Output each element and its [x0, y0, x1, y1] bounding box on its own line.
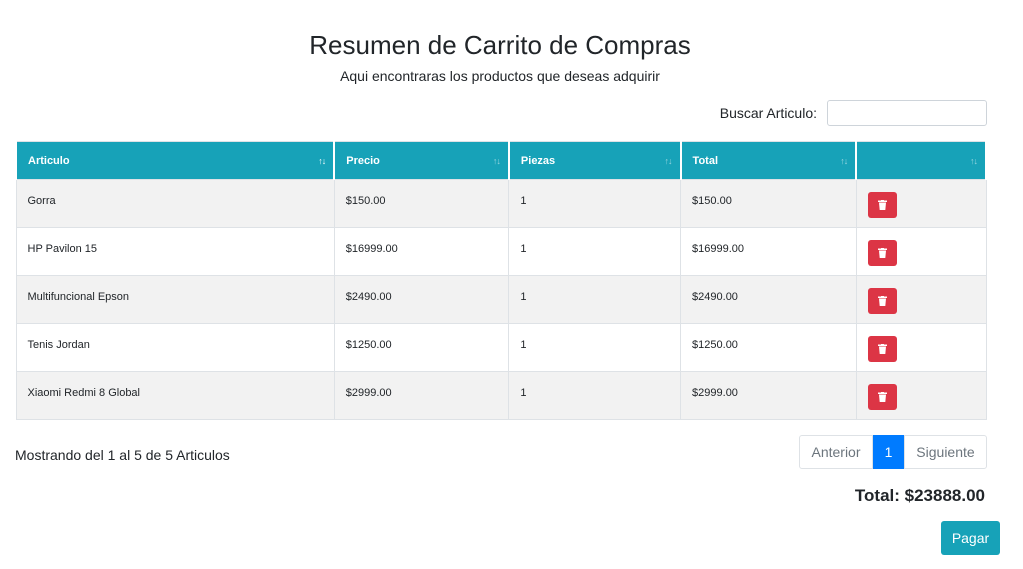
page-header: Resumen de Carrito de Compras Aqui encon… [0, 28, 1000, 86]
table-row: Gorra $150.00 1 $150.00 [15, 179, 987, 228]
cell-piezas: 1 [508, 179, 682, 228]
delete-button[interactable] [867, 288, 897, 314]
sort-icon: ↑↓ [492, 155, 501, 166]
cell-piezas: 1 [508, 323, 682, 372]
cell-total: $150.00 [680, 179, 857, 228]
column-header-label: Piezas [520, 154, 556, 167]
cell-actions [855, 227, 987, 276]
order-total: Total: $23888.00 [854, 486, 985, 505]
cell-precio: $2490.00 [333, 275, 510, 324]
delete-button[interactable] [867, 384, 897, 410]
cell-total: $2999.00 [680, 371, 857, 420]
pagination-previous-button[interactable]: Anterior [799, 435, 873, 469]
column-header-articulo[interactable]: Articulo ↑↓ [14, 141, 336, 180]
cell-total: $16999.00 [680, 227, 857, 276]
cell-articulo: Gorra [15, 179, 335, 228]
page-subtitle: Aqui encontraras los productos que desea… [340, 68, 660, 84]
sort-icon: ↑↓ [840, 155, 848, 166]
table-row: HP Pavilon 15 $16999.00 1 $16999.00 [15, 227, 987, 276]
sort-icon: ↑↓ [970, 155, 978, 166]
column-header-label: Total [692, 154, 719, 167]
cell-piezas: 1 [508, 227, 682, 276]
table-row: Tenis Jordan $1250.00 1 $1250.00 [15, 323, 987, 372]
cell-articulo: HP Pavilon 15 [15, 227, 335, 276]
sort-icon: ↑↓ [664, 155, 673, 166]
cell-piezas: 1 [508, 371, 682, 420]
trash-icon [877, 392, 887, 402]
cell-total: $2490.00 [680, 275, 857, 324]
cell-precio: $1250.00 [333, 323, 510, 372]
search-input[interactable] [827, 100, 987, 126]
pagination-page-1[interactable]: 1 [873, 435, 904, 469]
table-header-row: Articulo ↑↓ Precio ↑↓ Piezas ↑↓ Total ↑↓ [14, 141, 987, 180]
trash-icon [877, 200, 887, 210]
cell-articulo: Tenis Jordan [15, 323, 335, 372]
trash-icon [877, 296, 887, 306]
column-header-total[interactable]: Total ↑↓ [679, 141, 858, 180]
cell-precio: $2999.00 [333, 371, 510, 420]
column-header-piezas[interactable]: Piezas ↑↓ [507, 141, 682, 180]
column-header-label: Articulo [28, 154, 70, 167]
delete-button[interactable] [867, 192, 897, 218]
column-header-precio[interactable]: Precio ↑↓ [333, 141, 510, 180]
page-title: Resumen de Carrito de Compras [309, 30, 691, 60]
cell-articulo: Xiaomi Redmi 8 Global [15, 371, 335, 420]
search-label: Buscar Articulo: [719, 105, 817, 121]
delete-button[interactable] [867, 240, 897, 266]
cell-actions [855, 323, 987, 372]
sort-icon: ↑↓ [318, 155, 326, 166]
column-header-actions[interactable]: ↑↓ [855, 141, 987, 180]
cell-actions [855, 179, 987, 228]
search-row: Buscar Articulo: [0, 100, 987, 126]
trash-icon [877, 248, 887, 258]
cell-actions [855, 371, 987, 420]
cell-total: $1250.00 [680, 323, 857, 372]
delete-button[interactable] [867, 336, 897, 362]
pay-button[interactable]: Pagar [941, 521, 1000, 555]
cell-actions [855, 275, 987, 324]
pagination-next-button[interactable]: Siguiente [904, 435, 987, 469]
table-row: Multifuncional Epson $2490.00 1 $2490.00 [15, 275, 987, 324]
cell-articulo: Multifuncional Epson [15, 275, 335, 324]
column-header-label: Precio [346, 154, 380, 167]
pagination: Anterior 1 Siguiente [799, 435, 987, 469]
table-info: Mostrando del 1 al 5 de 5 Articulos [15, 447, 230, 463]
cell-precio: $150.00 [333, 179, 510, 228]
cell-piezas: 1 [508, 275, 682, 324]
cell-precio: $16999.00 [333, 227, 510, 276]
cart-summary-page: Resumen de Carrito de Compras Aqui encon… [0, 0, 1023, 569]
cart-table: Articulo ↑↓ Precio ↑↓ Piezas ↑↓ Total ↑↓ [14, 141, 987, 420]
table-row: Xiaomi Redmi 8 Global $2999.00 1 $2999.0… [15, 371, 987, 420]
trash-icon [877, 344, 887, 354]
